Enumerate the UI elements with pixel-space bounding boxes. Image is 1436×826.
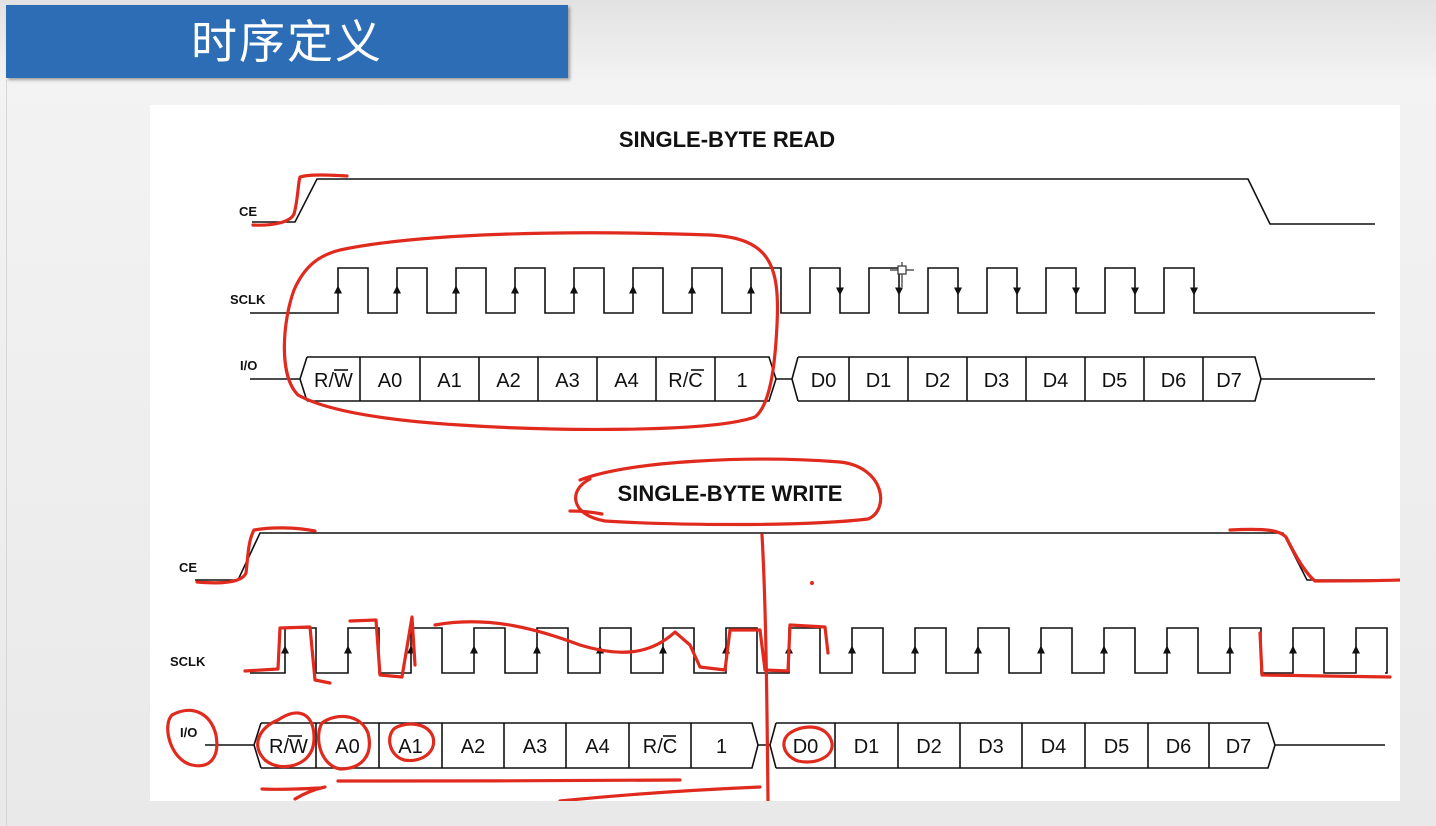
annotation-ce-rise-read [251, 173, 349, 227]
write-cell-d1: D1 [854, 736, 880, 758]
annotation-bottom-stroke-right [558, 785, 762, 801]
write-cell-a3: A3 [523, 736, 547, 758]
read-sclk-edge-arrow-icon [895, 287, 903, 296]
write-sclk-edge-arrow-icon [1100, 645, 1108, 654]
read-cell-d2: D2 [925, 370, 951, 392]
read-cell-d5: D5 [1102, 370, 1128, 392]
read-sclk-edge-arrow-icon [747, 285, 755, 294]
write-title: SINGLE-BYTE WRITE [618, 481, 843, 506]
write-sclk-waveform [250, 627, 1388, 674]
slide-left-rule [6, 80, 7, 826]
annotation-read-command-ellipse [282, 231, 780, 432]
write-sclk-edge-arrow-icon [974, 645, 982, 654]
write-cell-rw-label: R/W [269, 736, 308, 758]
write-cell-a0: A0 [335, 736, 359, 758]
read-cell-a3: A3 [555, 370, 579, 392]
write-cell-a2: A2 [461, 736, 485, 758]
write-cell-d3: D3 [978, 736, 1004, 758]
write-sclk-edge-arrow-icon [470, 645, 478, 654]
write-cell-one: 1 [716, 736, 727, 758]
read-sclk-edge-arrow-icon [629, 285, 637, 294]
annotation-write-underline-long [336, 778, 682, 783]
read-section: SINGLE-BYTE READ CE SCLK I/O R/W A0 A1 A… [230, 127, 1375, 402]
read-cell-a2: A2 [496, 370, 520, 392]
read-cell-a1: A1 [437, 370, 461, 392]
read-cell-d0: D0 [811, 370, 837, 392]
read-sclk-edge-arrow-icon [1190, 287, 1198, 296]
read-cell-rw: R/W [314, 370, 353, 392]
write-cell-rc-label: R/C [643, 736, 677, 758]
annotation-write-underline-left [260, 786, 322, 792]
read-sclk-edge-arrow-icon [1131, 287, 1139, 296]
write-sclk-label: SCLK [170, 654, 206, 669]
write-ce-waveform [195, 532, 1385, 581]
read-sclk-edge-markers [334, 285, 1198, 296]
read-title: SINGLE-BYTE READ [619, 127, 835, 152]
read-sclk-edge-arrow-icon [1072, 287, 1080, 296]
annotation-write-sclk-tail [1258, 631, 1392, 679]
read-cell-d3: D3 [984, 370, 1010, 392]
read-command-cells: R/W A0 A1 A2 A3 A4 R/C 1 [314, 370, 748, 392]
write-cell-rw: R/W [269, 736, 308, 758]
write-cell-a1: A1 [398, 736, 422, 758]
write-ce-label: CE [179, 560, 197, 575]
write-cell-rc: R/C [643, 736, 677, 758]
read-sclk-edge-arrow-icon [836, 287, 844, 296]
slide-title: 时序定义 [191, 15, 383, 69]
read-sclk-waveform [250, 267, 1375, 314]
read-cell-one: 1 [736, 370, 747, 392]
write-cell-d7: D7 [1226, 736, 1252, 758]
crosshair-cursor-icon [890, 262, 914, 287]
read-sclk-edge-arrow-icon [393, 285, 401, 294]
write-cell-d6: D6 [1166, 736, 1192, 758]
read-io-label: I/O [240, 358, 257, 373]
read-cell-rw-label: R/W [314, 370, 353, 392]
read-cell-d4: D4 [1043, 370, 1069, 392]
write-sclk-edge-arrow-icon [533, 645, 541, 654]
read-cell-d7: D7 [1216, 370, 1242, 392]
write-command-cells: R/W A0 A1 A2 A3 A4 R/C 1 [269, 736, 727, 758]
write-io-data-frame [758, 722, 1385, 769]
write-sclk-edge-arrow-icon [659, 645, 667, 654]
write-sclk-edge-arrow-icon [1352, 645, 1360, 654]
read-cell-a0: A0 [378, 370, 402, 392]
write-sclk-edge-arrow-icon [281, 645, 289, 654]
read-cell-a4: A4 [614, 370, 638, 392]
timing-figure: SINGLE-BYTE READ CE SCLK I/O R/W A0 A1 A… [150, 105, 1400, 801]
annotation-write-ce-fall [1228, 527, 1400, 583]
annotation-dot [810, 581, 814, 585]
read-cell-rc-label: R/C [668, 370, 702, 392]
timing-diagram: SINGLE-BYTE READ CE SCLK I/O R/W A0 A1 A… [166, 127, 1400, 801]
read-cell-d6: D6 [1161, 370, 1187, 392]
write-sclk-edge-arrow-icon [848, 645, 856, 654]
read-sclk-edge-arrow-icon [688, 285, 696, 294]
read-ce-label: CE [239, 204, 257, 219]
write-sclk-edge-arrow-icon [1289, 645, 1297, 654]
write-io-label: I/O [180, 725, 197, 740]
read-sclk-edge-arrow-icon [570, 285, 578, 294]
read-ce-waveform [252, 178, 1375, 225]
read-sclk-label: SCLK [230, 292, 266, 307]
slide-title-bar: 时序定义 [6, 5, 568, 78]
write-sclk-edge-arrow-icon [344, 645, 352, 654]
read-sclk-edge-arrow-icon [452, 285, 460, 294]
write-sclk-edge-arrow-icon [1037, 645, 1045, 654]
read-cell-rc: R/C [668, 370, 702, 392]
read-sclk-edge-arrow-icon [1013, 287, 1021, 296]
write-cell-d0: D0 [793, 736, 819, 758]
write-cell-d4: D4 [1041, 736, 1067, 758]
read-cell-d1: D1 [866, 370, 892, 392]
read-sclk-edge-arrow-icon [334, 285, 342, 294]
write-sclk-edge-arrow-icon [1163, 645, 1171, 654]
annotation-write-ce-rise [195, 526, 317, 585]
write-cell-d5: D5 [1104, 736, 1130, 758]
read-sclk-edge-arrow-icon [511, 285, 519, 294]
read-sclk-edge-arrow-icon [954, 287, 962, 296]
write-sclk-edge-arrow-icon [1226, 645, 1234, 654]
write-cell-a4: A4 [585, 736, 609, 758]
write-cell-d2: D2 [916, 736, 942, 758]
write-sclk-edge-arrow-icon [911, 645, 919, 654]
